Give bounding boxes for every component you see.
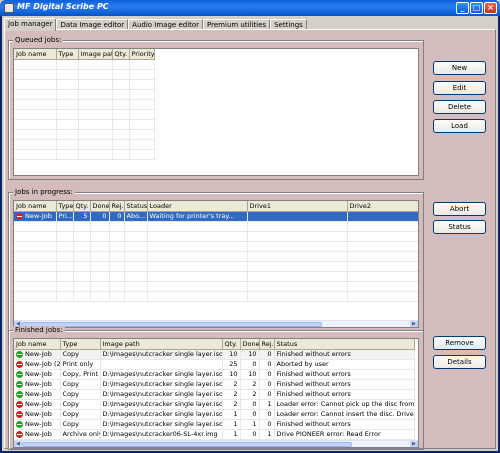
column-header[interactable]: Drive2 xyxy=(347,201,418,212)
maximize-button[interactable]: □ xyxy=(470,2,483,14)
jobs-in-progress-table: Job name Type Qty. Done Rej. Status Load… xyxy=(14,201,418,302)
horizontal-scrollbar[interactable]: ◀ ▶ xyxy=(14,440,418,447)
error-icon xyxy=(16,400,23,408)
success-icon xyxy=(16,380,23,388)
success-icon xyxy=(16,350,23,358)
column-header[interactable]: Priority xyxy=(129,49,155,60)
column-header[interactable]: Loader xyxy=(147,201,248,212)
table-row[interactable]: New-Job Copy D:\Images\nutcracker single l… xyxy=(14,399,415,410)
success-icon xyxy=(16,370,23,378)
finished-jobs-grid[interactable]: Job name Type Image path Qty. Done Rej. … xyxy=(13,338,419,448)
column-header[interactable]: Type xyxy=(56,201,74,212)
success-icon xyxy=(16,390,23,398)
new-button[interactable]: New xyxy=(433,61,486,75)
column-header[interactable]: Type xyxy=(60,339,101,350)
finished-jobs-group: Finished jobs: Job name Type Image path … xyxy=(8,326,424,450)
jobs-in-progress-group: Jobs in progress: Job name Type Qty. Don… xyxy=(8,188,424,332)
table-row[interactable]: New-Job Copy, Print D:\Images\nutcracker s… xyxy=(14,369,415,380)
column-header[interactable]: Status xyxy=(124,201,148,212)
column-header[interactable]: Rej. xyxy=(259,339,275,350)
column-header[interactable]: Type xyxy=(56,49,79,60)
table-row[interactable]: New-JobArchive onlyD:\Images\nutcracker0… xyxy=(14,429,415,440)
error-icon xyxy=(16,410,23,418)
column-header[interactable]: Drive1 xyxy=(247,201,348,212)
table-row[interactable]: New-Job Pri... 5 0 0 Abo... Waiting for … xyxy=(14,211,418,222)
error-icon xyxy=(16,360,23,368)
abort-button[interactable]: Abort xyxy=(433,202,486,216)
column-header[interactable]: Done xyxy=(90,201,110,212)
details-button[interactable]: Details xyxy=(433,355,486,369)
load-button[interactable]: Load xyxy=(433,119,486,133)
window-title: MF Digital Scribe PC xyxy=(17,2,109,11)
horizontal-scrollbar[interactable]: ◀ ▶ xyxy=(14,320,418,327)
queued-jobs-grid[interactable]: Job name Type Image path Qty. Priority xyxy=(13,48,419,176)
jobs-in-progress-label: Jobs in progress: xyxy=(13,188,75,197)
finished-jobs-table: Job name Type Image path Qty. Done Rej. … xyxy=(14,339,415,447)
scroll-right-icon[interactable]: ▶ xyxy=(410,441,418,447)
title-bar[interactable]: MF Digital Scribe PC _ □ × xyxy=(0,0,500,16)
status-button[interactable]: Status xyxy=(433,220,486,234)
minimize-button[interactable]: _ xyxy=(456,2,469,14)
delete-button[interactable]: Delete xyxy=(433,100,486,114)
column-header[interactable]: Qty. xyxy=(112,49,130,60)
column-header[interactable]: Image path xyxy=(78,49,113,60)
tab-job-manager[interactable]: Job manager xyxy=(4,18,57,31)
client-area: Job manager Data Image editor Audio Imag… xyxy=(2,16,498,451)
close-button[interactable]: × xyxy=(484,2,497,14)
scrollbar-thumb[interactable] xyxy=(22,442,352,447)
edit-button[interactable]: Edit xyxy=(433,81,486,95)
queued-jobs-table: Job name Type Image path Qty. Priority xyxy=(14,49,155,160)
queued-jobs-label: Queued jobs: xyxy=(13,36,64,45)
scrollbar-thumb[interactable] xyxy=(22,322,322,327)
column-header[interactable]: Job name xyxy=(14,201,57,212)
job-manager-pane: Queued jobs: Job name Type Image path Qt… xyxy=(4,29,496,450)
finished-jobs-label: Finished jobs: xyxy=(13,326,65,335)
success-icon xyxy=(16,420,23,428)
table-row[interactable]: New-Job Copy D:\Images\nutcracker single l… xyxy=(14,379,415,390)
column-header[interactable]: Image path xyxy=(100,339,223,350)
queued-jobs-group: Queued jobs: Job name Type Image path Qt… xyxy=(8,36,424,180)
scroll-left-icon[interactable]: ◀ xyxy=(14,441,22,447)
table-row[interactable]: New-Job (2) Print only 25 0 0 Aborted by user xyxy=(14,359,415,370)
remove-button[interactable]: Remove xyxy=(433,336,486,350)
column-header[interactable]: Status xyxy=(274,339,415,350)
error-icon xyxy=(16,430,23,438)
column-header[interactable]: Job name xyxy=(14,49,57,60)
scroll-right-icon[interactable]: ▶ xyxy=(410,321,418,327)
column-header[interactable]: Done xyxy=(240,339,260,350)
jobs-in-progress-grid[interactable]: Job name Type Qty. Done Rej. Status Load… xyxy=(13,200,419,328)
table-row[interactable]: New-Job Copy D:\Images\nutcracker single l… xyxy=(14,409,415,420)
table-row[interactable]: New-Job Copy D:\Images\nutcracker single l… xyxy=(14,349,415,360)
column-header[interactable]: Job name xyxy=(14,339,61,350)
column-header[interactable]: Qty. xyxy=(222,339,241,350)
table-row[interactable]: New-Job Copy D:\Images\nutcracker single l… xyxy=(14,419,415,430)
table-row[interactable]: New-Job Copy D:\Images\nutcracker single l… xyxy=(14,389,415,400)
app-window: MF Digital Scribe PC _ □ × Job manager D… xyxy=(0,0,500,453)
column-header[interactable]: Qty. xyxy=(73,201,91,212)
stop-icon xyxy=(16,212,23,220)
app-icon xyxy=(4,3,14,13)
column-header[interactable]: Rej. xyxy=(109,201,125,212)
